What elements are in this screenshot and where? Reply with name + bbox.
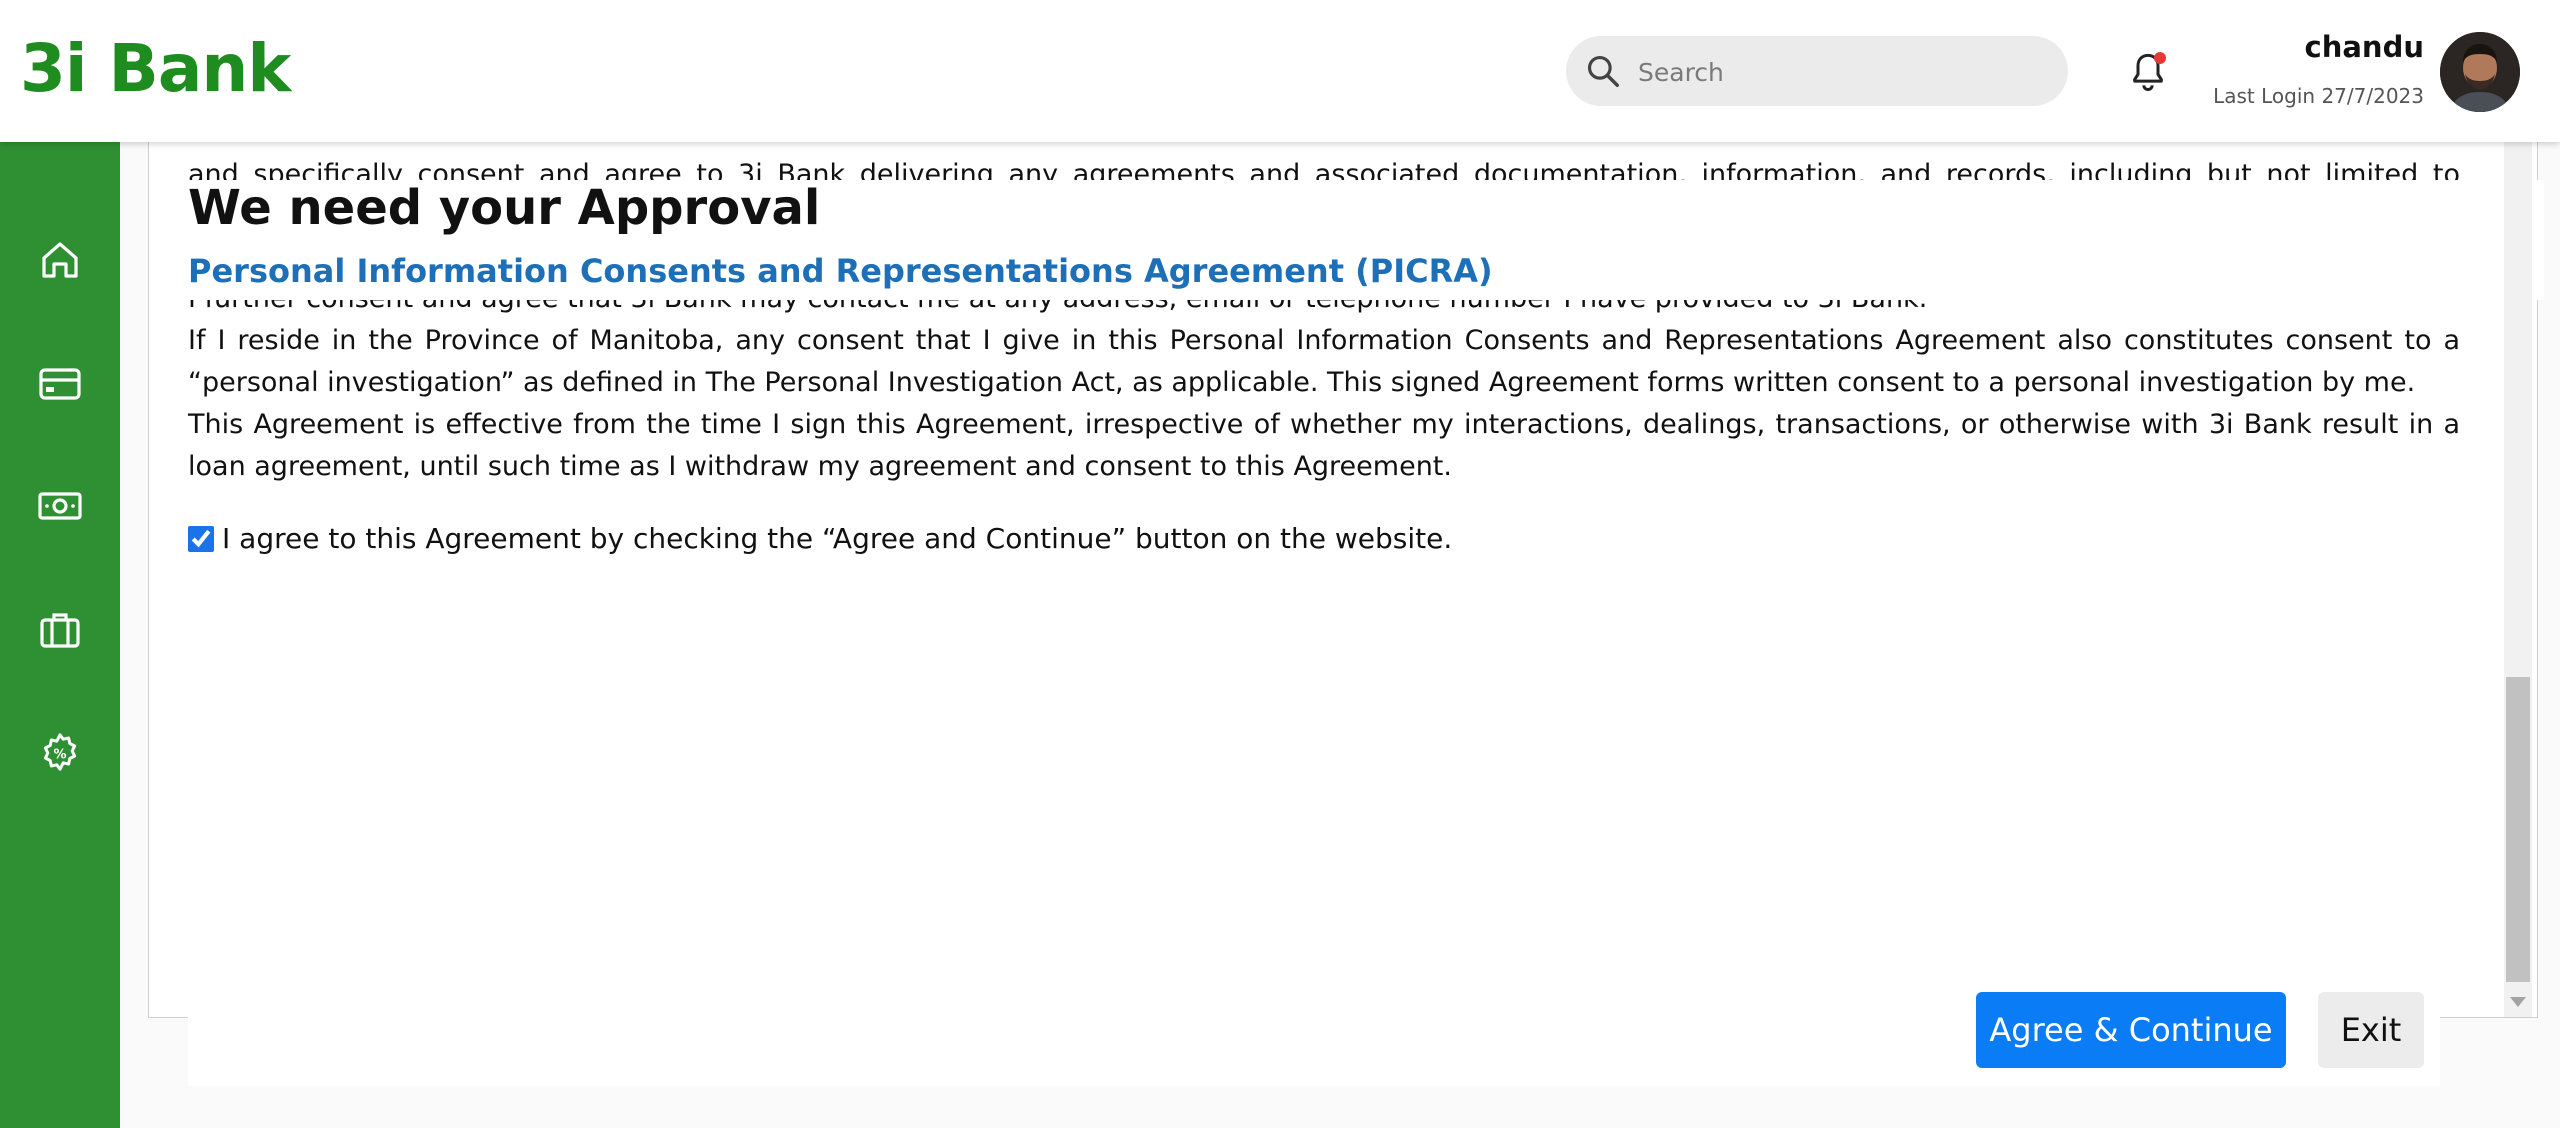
svg-text:%: % [53, 747, 66, 762]
bank-logo[interactable]: 3i Bank [20, 30, 291, 107]
search-icon [1587, 55, 1619, 87]
content-scrollbar[interactable] [2504, 142, 2532, 1017]
page-title: We need your Approval [188, 180, 821, 236]
user-name[interactable]: chandu [2305, 30, 2424, 64]
search-bar[interactable] [1566, 36, 2068, 106]
agreement-paragraph-manitoba: If I reside in the Province of Manitoba,… [188, 325, 2460, 398]
agreement-subtitle: Personal Information Consents and Repres… [188, 252, 1493, 290]
user-avatar-image [2440, 32, 2520, 112]
last-login-text: Last Login 27/7/2023 [2213, 84, 2424, 108]
briefcase-icon [40, 613, 80, 648]
top-header: 3i Bank chandu Last Login 27/7/2023 [0, 0, 2560, 142]
agree-checkbox-row[interactable]: I agree to this Agreement by checking th… [188, 522, 1452, 555]
sidebar-item-money[interactable] [30, 476, 90, 536]
sidebar-item-rates[interactable]: % [30, 722, 90, 782]
agreement-paragraph-effective: This Agreement is effective from the tim… [188, 409, 2460, 482]
exit-button[interactable]: Exit [2318, 992, 2424, 1068]
money-icon [38, 492, 82, 520]
notification-bell[interactable] [2128, 50, 2168, 94]
scrollbar-thumb[interactable] [2506, 677, 2530, 982]
credit-card-icon [39, 368, 81, 400]
agree-checkbox[interactable] [188, 525, 214, 552]
agree-checkbox-label: I agree to this Agreement by checking th… [222, 522, 1453, 555]
scroll-down-arrow-icon[interactable] [2510, 997, 2526, 1007]
agree-continue-button[interactable]: Agree & Continue [1976, 992, 2286, 1068]
home-icon [42, 242, 78, 278]
percent-gear-icon: % [43, 733, 77, 771]
sidebar-item-portfolio[interactable] [30, 600, 90, 660]
avatar[interactable] [2440, 32, 2520, 112]
search-input[interactable] [1636, 46, 2040, 98]
notification-dot [2154, 52, 2166, 64]
sidebar-item-cards[interactable] [30, 354, 90, 414]
sidebar-item-home[interactable] [30, 230, 90, 290]
agreement-heading: We need your Approval Personal Informati… [188, 180, 2544, 300]
sidebar: % [0, 142, 120, 1128]
